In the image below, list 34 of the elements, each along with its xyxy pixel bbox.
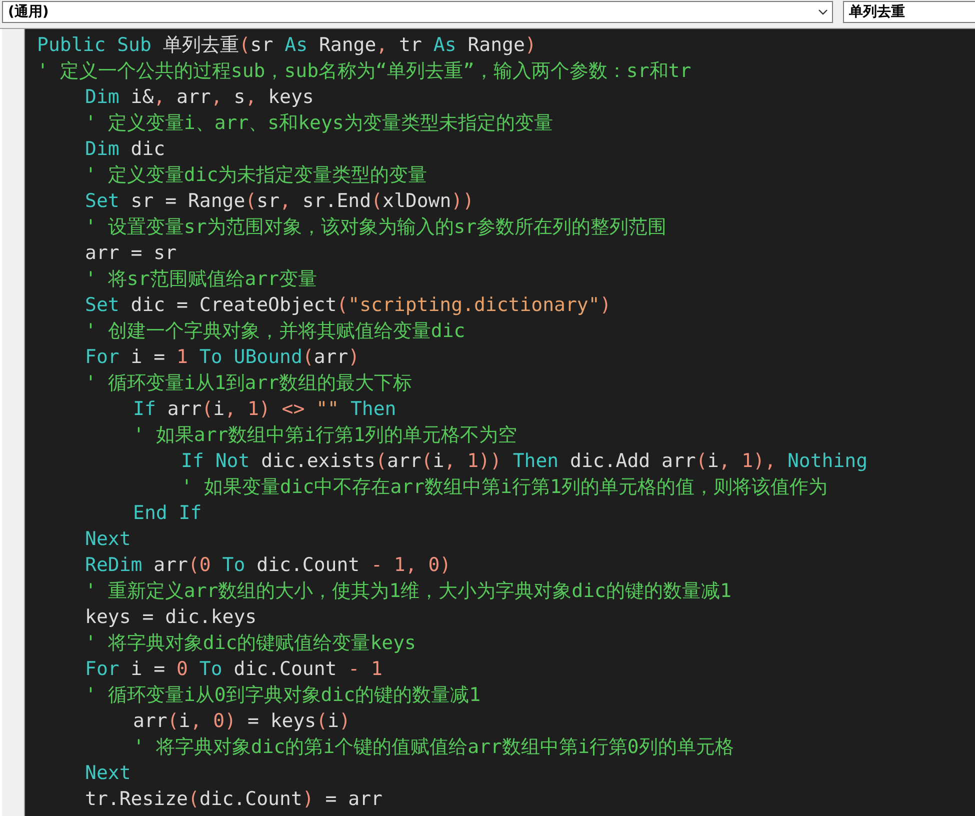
code-line: If Not dic.exists(arr(i, 1)) Then dic.Add arr(i, 1), Nothing [181,449,868,474]
code-line: keys = dic.keys [85,605,257,630]
code-line: For i = 1 To UBound(arr) [85,345,360,370]
procedure-dropdown[interactable]: 单列去重 [843,1,975,23]
code-line: Dim i&, arr, s, keys [85,85,314,110]
code-line: ReDim arr(0 To dic.Count - 1, 0) [85,553,452,578]
code-editor[interactable] [25,29,975,816]
chevron-down-icon [818,9,828,15]
code-comment: ' 将字典对象dic的第i个键的值赋值给arr数组中第i行第0列的单元格 [133,735,734,760]
code-line: Next [85,761,131,786]
code-comment: ' 循环变量i从0到字典对象dic的键的数量减1 [85,683,481,708]
code-comment: ' 重新定义arr数组的大小，使其为1维，大小为字典对象dic的键的数量减1 [85,579,732,604]
code-comment: ' 如果变量dic中不存在arr数组中第i行第1列的单元格的值，则将该值作为 [181,475,828,500]
code-comment: ' 定义一个公共的过程sub，sub名称为“单列去重”，输入两个参数：sr和tr [37,59,692,84]
code-line: Next [85,527,131,552]
code-comment: ' 创建一个字典对象，并将其赋值给变量dic [85,319,466,344]
code-line: Set sr = Range(sr, sr.End(xlDown)) [85,189,474,214]
code-comment: ' 设置变量sr为范围对象，该对象为输入的sr参数所在列的整列范围 [85,215,667,240]
code-line: If arr(i, 1) <> "" Then [133,397,396,422]
code-comment: ' 循环变量i从1到arr数组的最大下标 [85,371,412,396]
code-comment: ' 定义变量i、arr、s和keys为变量类型未指定的变量 [85,111,553,136]
code-line: Dim dic [85,137,166,162]
code-line: Set dic = CreateObject("scripting.dictionary") [85,293,612,318]
code-line: arr(i, 0) = keys(i) [133,709,350,734]
code-comment: ' 如果arr数组中第i行第1列的单元格不为空 [133,423,518,448]
object-dropdown[interactable]: (通用) [2,1,833,23]
code-line: Public Sub 单列去重(sr As Range, tr As Range) [37,33,536,58]
code-line: arr = sr [85,241,177,266]
code-comment: ' 将字典对象dic的键赋值给变量keys [85,631,416,656]
code-line: tr.Resize(dic.Count) = arr [85,787,382,812]
code-line: End If [133,501,202,526]
code-comment: ' 将sr范围赋值给arr变量 [85,267,318,292]
code-line: For i = 0 To dic.Count - 1 [85,657,382,682]
code-comment: ' 定义变量dic为未指定变量类型的变量 [85,163,428,188]
